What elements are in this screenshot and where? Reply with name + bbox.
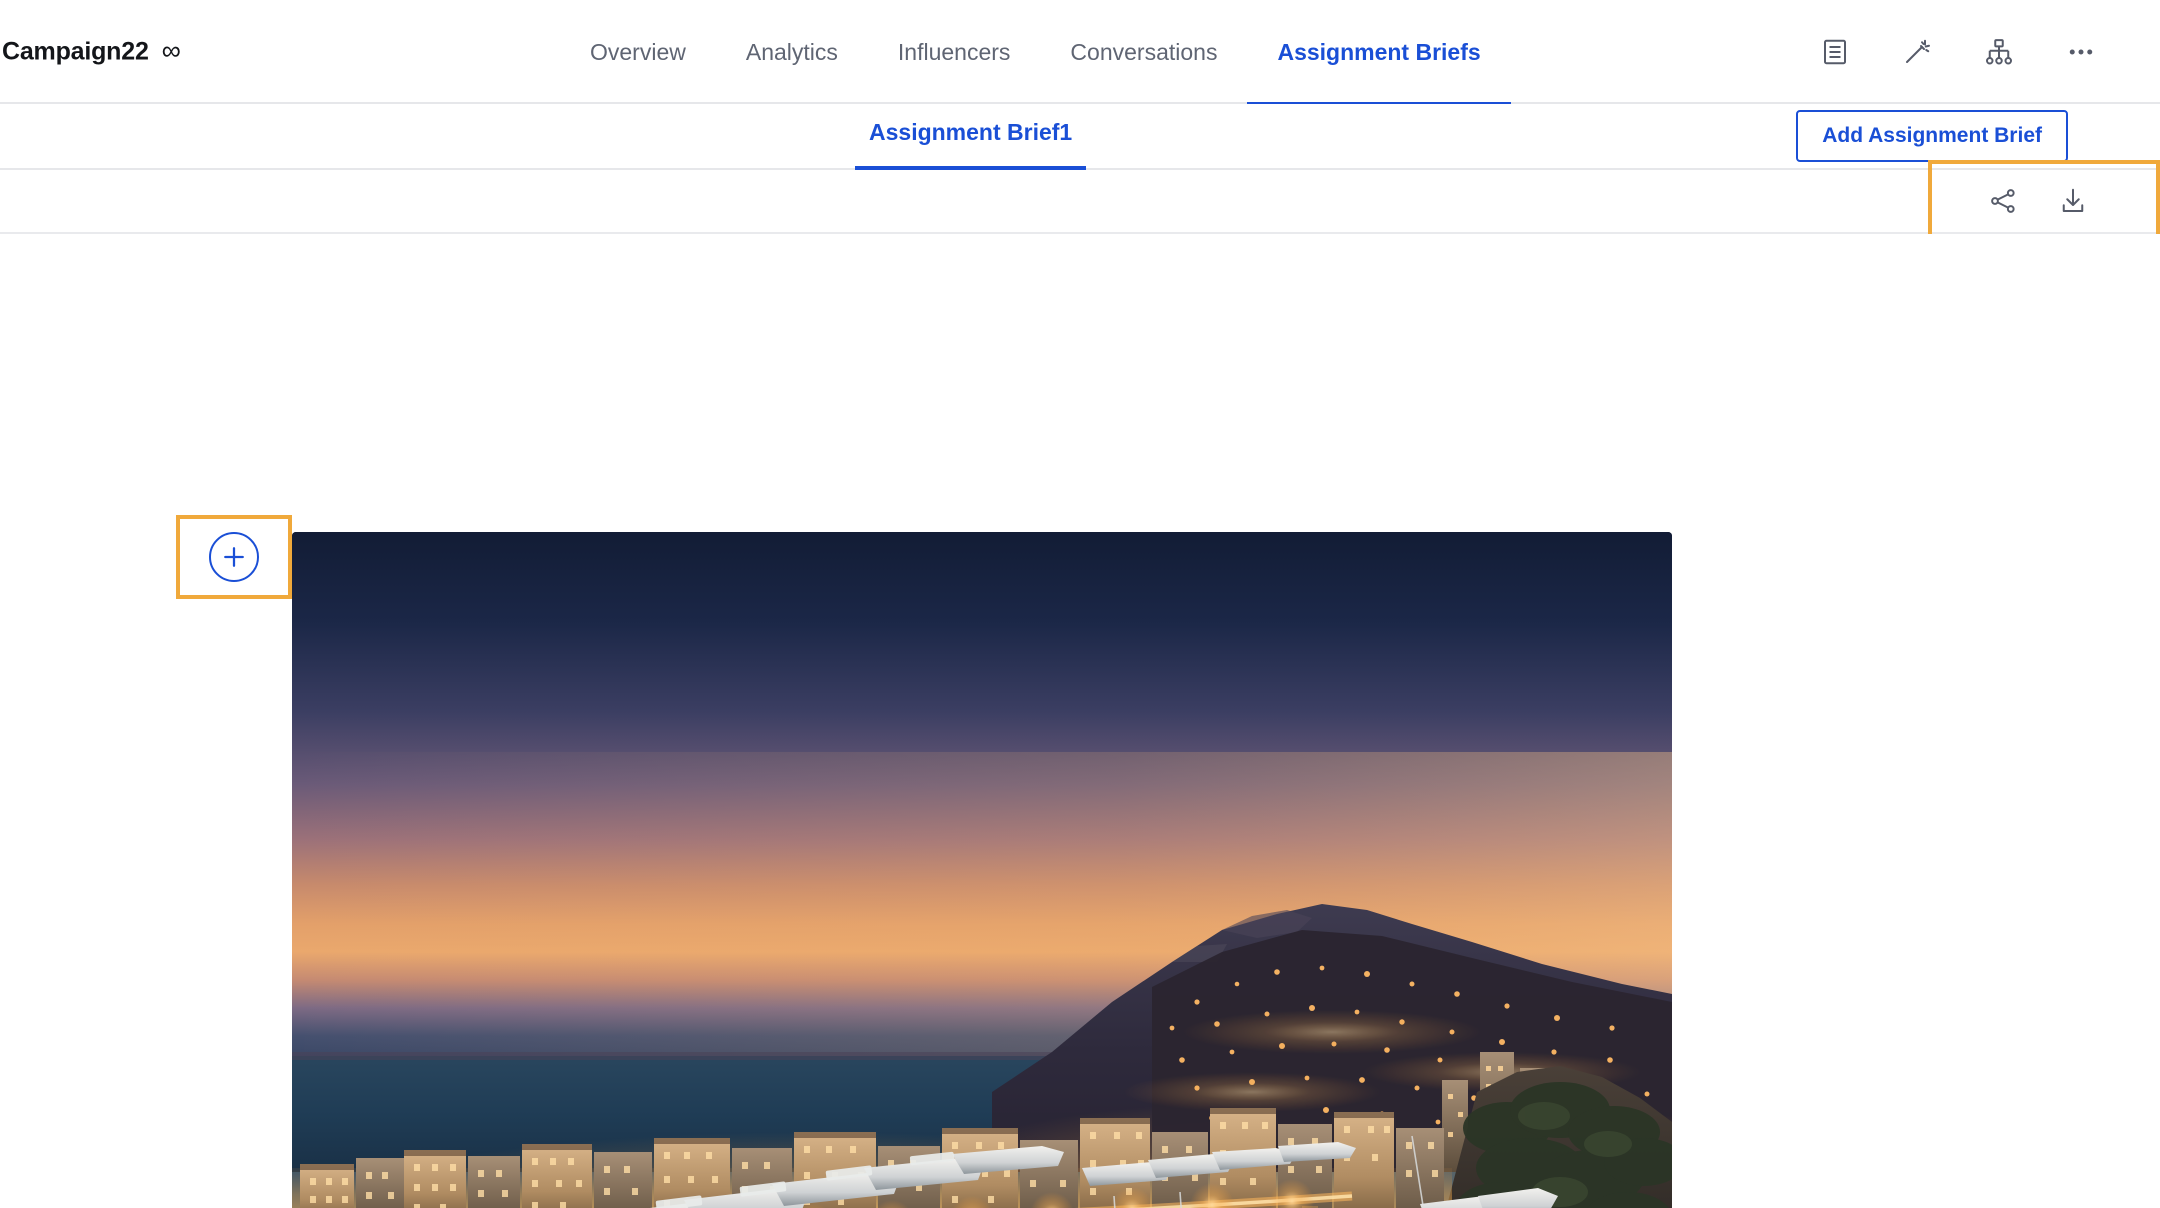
tab-overview[interactable]: Overview xyxy=(560,2,716,106)
tab-assignment-brief1[interactable]: Assignment Brief1 xyxy=(855,104,1087,170)
magic-wand-icon[interactable] xyxy=(1900,35,1934,69)
brief-action-bar xyxy=(0,160,2160,242)
add-assignment-brief-button[interactable]: Add Assignment Brief xyxy=(1796,110,2068,162)
brief-image[interactable]: ©CRE<ISIO xyxy=(292,532,1672,1208)
plus-circle-icon[interactable] xyxy=(209,532,259,582)
infinity-icon: ∞ xyxy=(161,35,181,66)
page-title: Campaign22 xyxy=(2,37,149,66)
download-icon[interactable] xyxy=(2056,184,2090,218)
action-icon-group xyxy=(1986,184,2090,218)
brief-canvas: ©CRE<ISIO xyxy=(0,234,2160,1208)
breadcrumb: Campaign22 ∞ xyxy=(0,35,181,67)
harbour-night-photo xyxy=(292,532,1672,1208)
main-tabs: Overview Analytics Influencers Conversat… xyxy=(560,0,1511,106)
header-icon-group xyxy=(1818,35,2098,69)
more-options-icon[interactable] xyxy=(2064,35,2098,69)
add-block-highlight xyxy=(176,515,292,599)
app-header: Campaign22 ∞ Overview Analytics Influenc… xyxy=(0,0,2160,106)
document-icon[interactable] xyxy=(1818,35,1852,69)
tab-conversations[interactable]: Conversations xyxy=(1040,2,1247,106)
tab-assignment-briefs[interactable]: Assignment Briefs xyxy=(1247,2,1511,106)
org-chart-icon[interactable] xyxy=(1982,35,2016,69)
tab-analytics[interactable]: Analytics xyxy=(716,2,868,106)
brief-tab-bar: Assignment Brief1 Add Assignment Brief xyxy=(0,104,2160,170)
tab-influencers[interactable]: Influencers xyxy=(868,2,1041,106)
share-icon[interactable] xyxy=(1986,184,2020,218)
